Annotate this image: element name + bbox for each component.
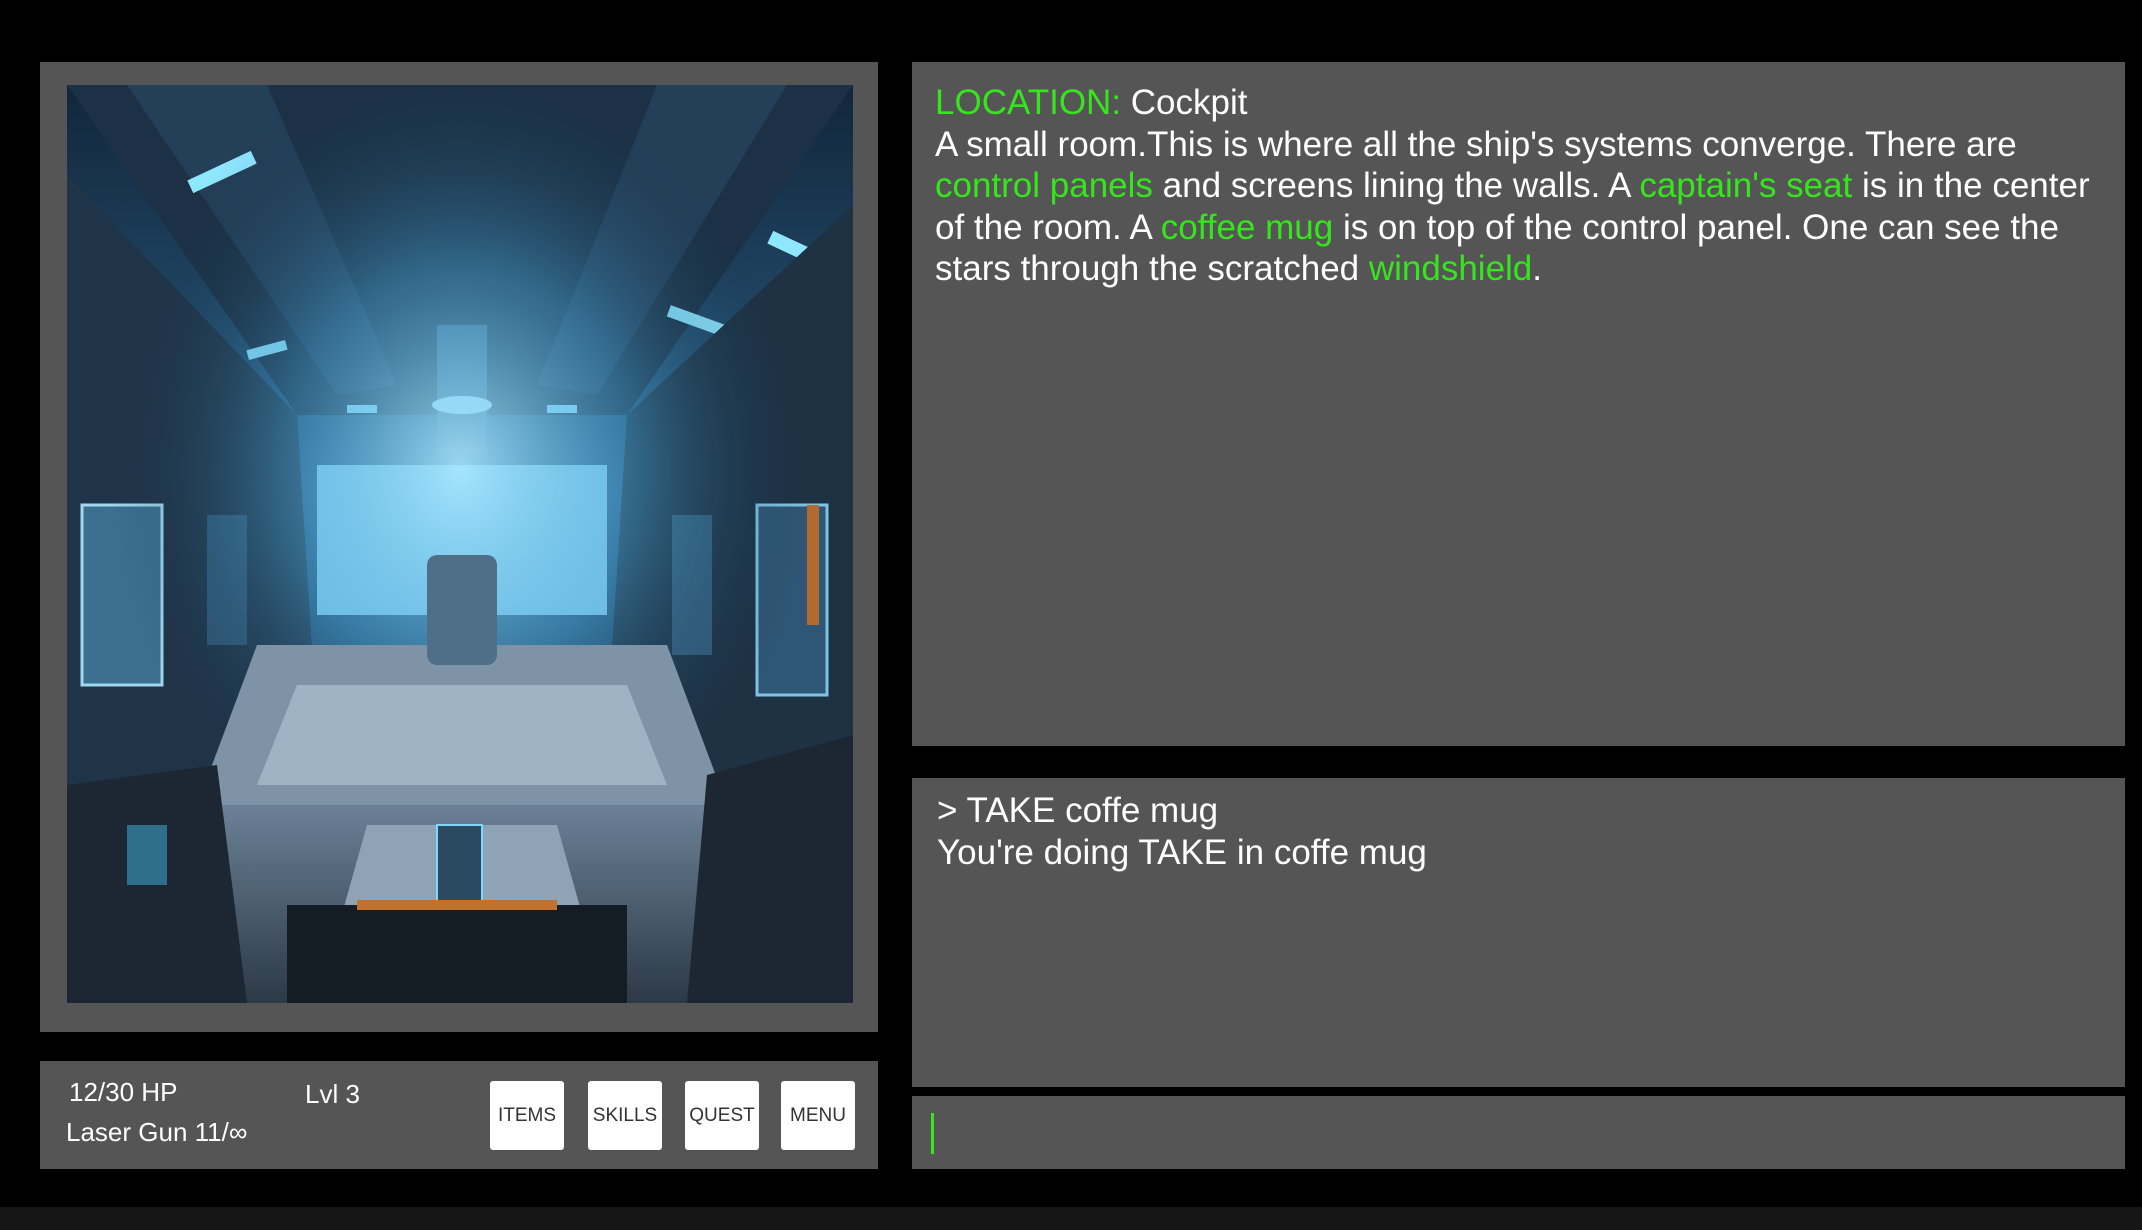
- items-button[interactable]: ITEMS: [490, 1081, 564, 1150]
- location-label: LOCATION:: [935, 83, 1122, 122]
- player-level: Lvl 3: [305, 1079, 360, 1109]
- bottom-strip: [0, 1207, 2142, 1230]
- command-log: > TAKE coffe mug You're doing TAKE in co…: [937, 790, 1427, 873]
- command-log-panel: > TAKE coffe mug You're doing TAKE in co…: [912, 778, 2125, 1087]
- log-response: You're doing TAKE in coffe mug: [937, 832, 1427, 872]
- object-captains-seat[interactable]: captain's seat: [1639, 166, 1852, 205]
- location-name: Cockpit: [1121, 83, 1248, 122]
- weapon-ammo: Laser Gun 11/∞: [66, 1117, 248, 1147]
- object-control-panels[interactable]: control panels: [935, 166, 1153, 205]
- object-coffee-mug[interactable]: coffee mug: [1161, 208, 1334, 247]
- quest-button[interactable]: QUEST: [685, 1081, 759, 1150]
- command-input-panel[interactable]: [912, 1096, 2125, 1169]
- location-description-panel: LOCATION: Cockpit A small room.This is wh…: [912, 62, 2125, 746]
- location-description: LOCATION: Cockpit A small room.This is wh…: [935, 82, 2105, 290]
- menu-button[interactable]: MENU: [781, 1081, 855, 1150]
- command-input[interactable]: [930, 1108, 2100, 1156]
- description-text: A small room.This is where all the ship'…: [935, 124, 2017, 164]
- scene-image: [67, 85, 853, 1003]
- hp-counter: 12/30 HP: [69, 1077, 178, 1107]
- log-command: > TAKE coffe mug: [937, 791, 1219, 830]
- spaceship-cockpit-illustration: [67, 85, 853, 1003]
- description-text: and screens lining the walls. A: [1152, 166, 1640, 205]
- description-text: .: [1532, 249, 1543, 288]
- object-windshield[interactable]: windshield: [1369, 249, 1532, 288]
- skills-button[interactable]: SKILLS: [588, 1081, 662, 1150]
- status-bar: 12/30 HP Laser Gun 11/∞ Lvl 3 ITEMS SKIL…: [40, 1061, 878, 1169]
- scene-image-panel: [40, 62, 878, 1032]
